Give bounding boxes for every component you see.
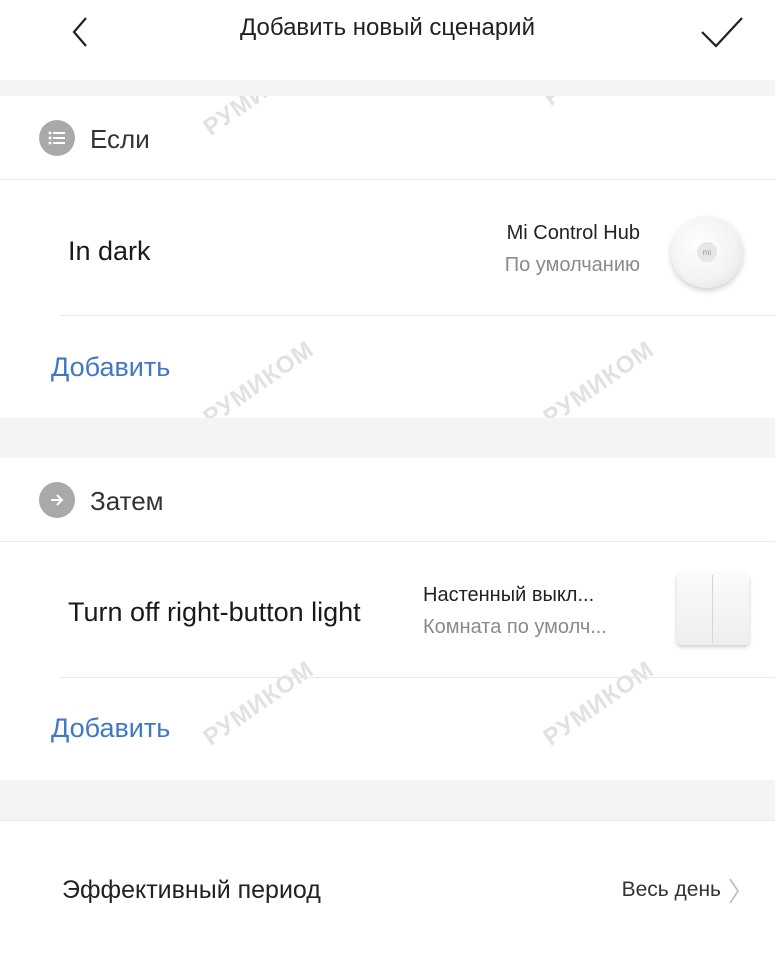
switch-divider [712,575,713,643]
divider [60,677,775,678]
check-icon [701,17,743,48]
action-room: Комната по умолч... [423,616,607,638]
condition-device: Mi Control Hub [506,222,640,244]
effective-period-value: Весь день [621,878,721,901]
page-title: Добавить новый сценарий [240,14,535,41]
add-action-button[interactable]: Добавить [51,713,170,744]
condition-title: In dark [68,236,151,266]
then-section-label: Затем [90,486,164,516]
hub-device-image: mi [671,216,743,288]
action-row[interactable]: Turn off right-button light Настенный вы… [0,542,775,677]
divider [60,315,775,316]
effective-period-row[interactable]: Эффективный период Весь день [0,821,775,955]
if-section-label: Если [90,124,150,154]
add-condition-button[interactable]: Добавить [51,352,170,383]
action-title: Turn off right-button light [68,597,361,627]
arrow-right-circle-icon [39,482,75,518]
action-device: Настенный выкл... [423,584,595,606]
condition-row[interactable]: In dark Mi Control Hub По умолчанию mi [0,180,775,315]
condition-room: По умолчанию [504,254,640,276]
wall-switch-image [677,573,749,645]
chevron-right-icon [729,878,739,904]
list-icon [39,120,75,156]
mi-logo: mi [697,242,717,262]
save-button[interactable] [692,8,752,58]
separator-band [0,418,775,458]
effective-period-label: Эффективный период [62,876,321,904]
separator-band [0,780,775,820]
separator-band [0,80,775,96]
